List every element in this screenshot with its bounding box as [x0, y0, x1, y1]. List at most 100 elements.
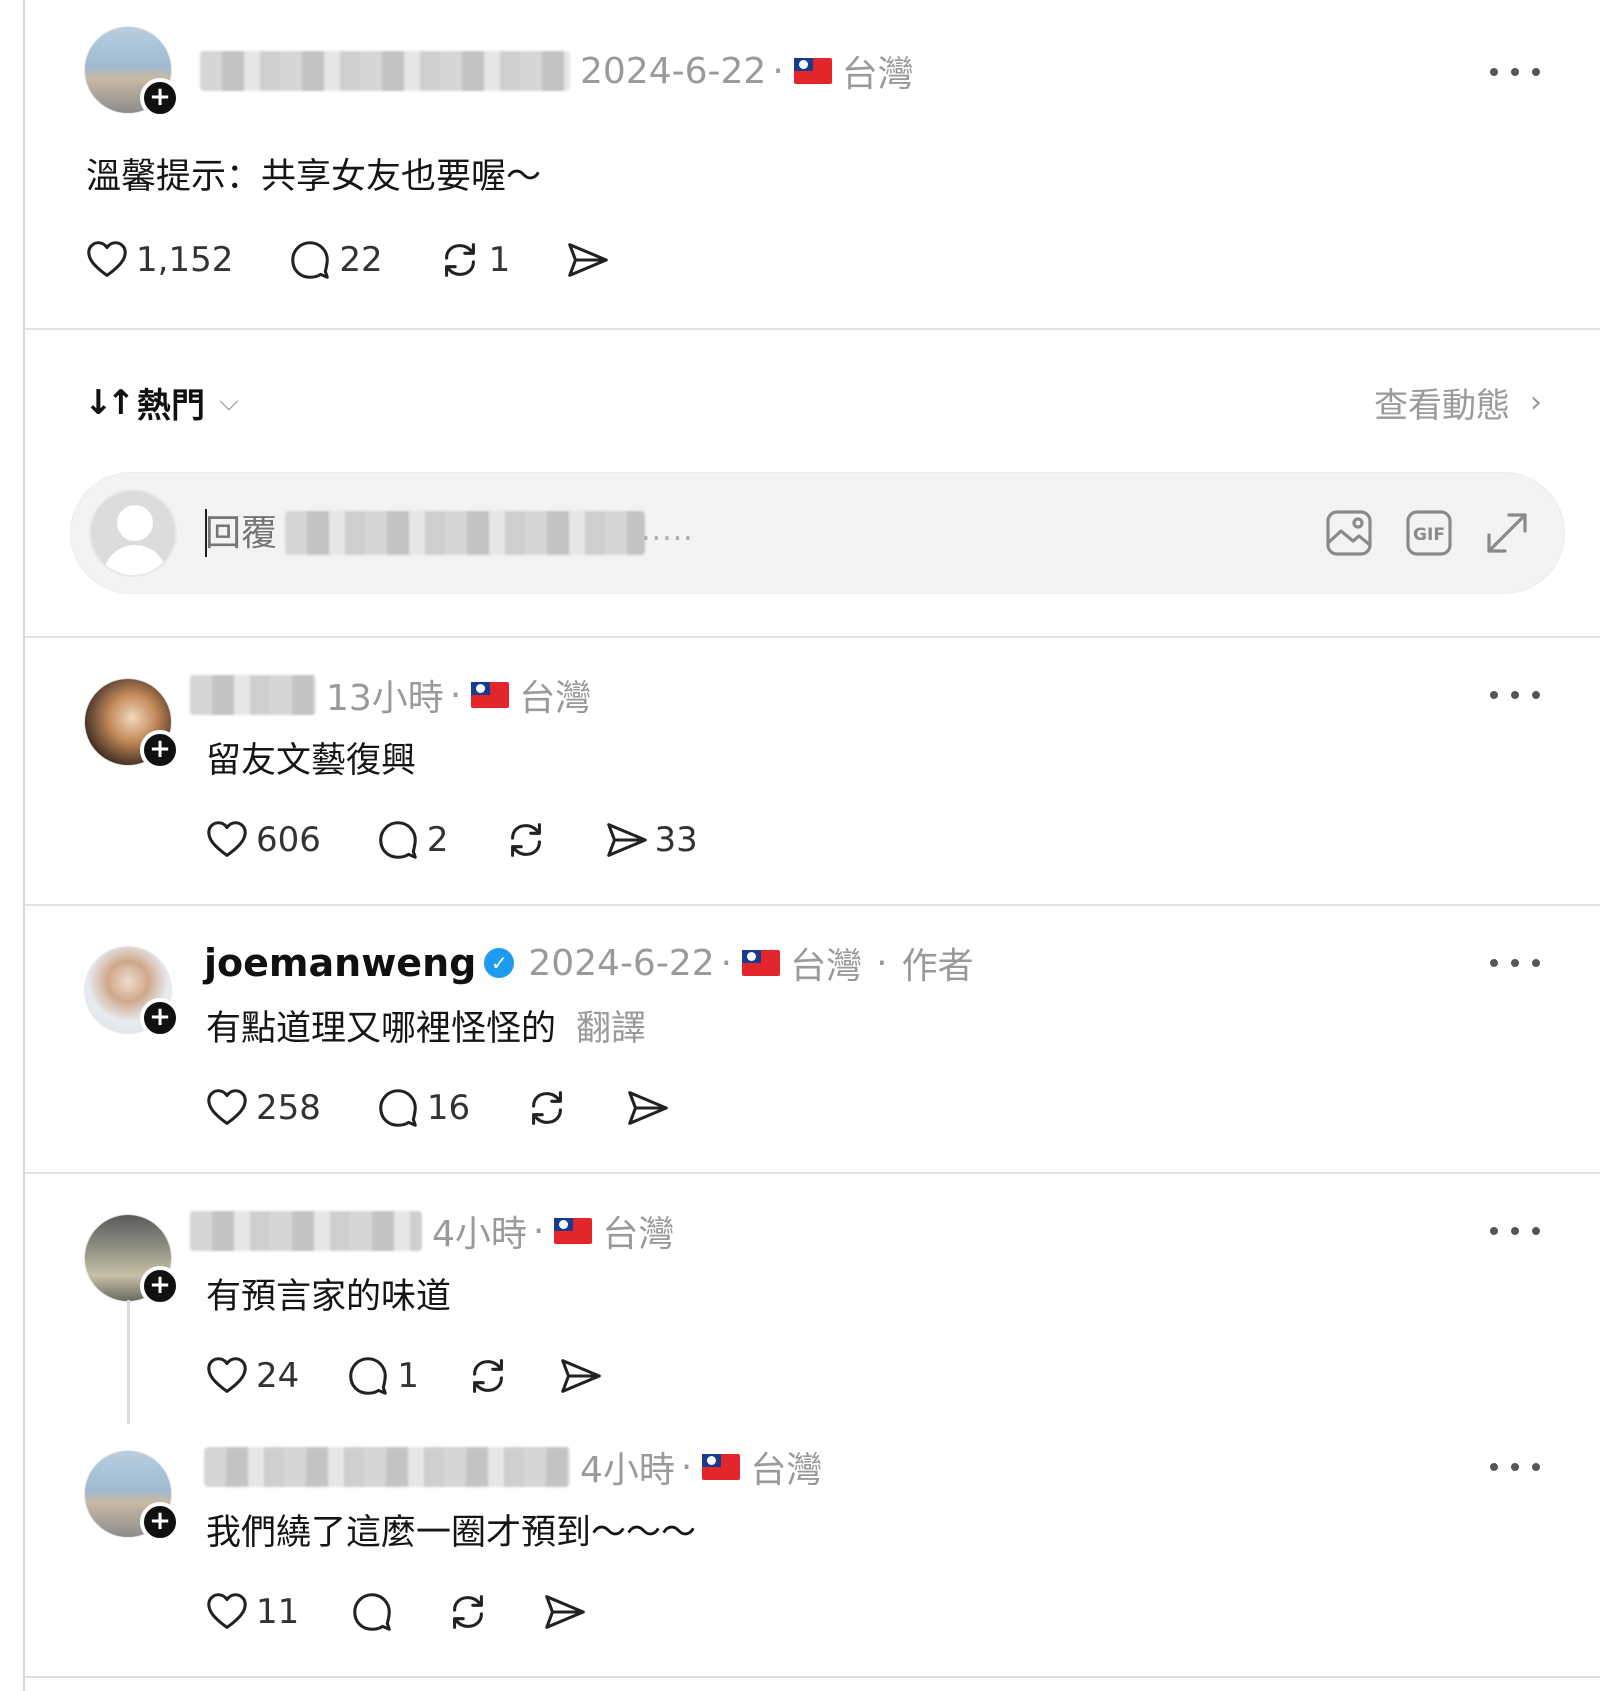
like-count: 258 [256, 1088, 321, 1128]
comment-more-icon[interactable] [1490, 1221, 1540, 1241]
post-more-icon[interactable] [1490, 62, 1540, 82]
comment-count: 2 [426, 820, 449, 860]
heart-icon [207, 1593, 247, 1629]
comment-header: 13小時 · 台灣 [190, 670, 591, 720]
comment-header: 4小時 · 台灣 [204, 1442, 822, 1492]
share-button[interactable] [564, 237, 610, 283]
like-count: 606 [256, 820, 321, 860]
follow-plus-icon[interactable]: + [140, 1266, 180, 1306]
like-button[interactable]: 11 [204, 1589, 299, 1635]
repost-button[interactable] [445, 1589, 491, 1635]
comment-icon [291, 241, 330, 279]
divider [25, 328, 1600, 330]
comment-header: joemanweng ✓ 2024-6-22 · 台灣 · 作者 [204, 938, 974, 988]
comment-icon [379, 1089, 417, 1127]
like-button[interactable]: 1,152 [84, 237, 233, 283]
heart-icon [87, 241, 127, 277]
author-name-blurred[interactable] [200, 51, 570, 91]
sort-label: 熱門 [136, 386, 205, 426]
follow-plus-icon[interactable]: + [140, 1502, 180, 1542]
comment-button[interactable] [349, 1589, 395, 1635]
share-icon [628, 1091, 668, 1125]
comment-location: 台灣 [602, 1214, 675, 1255]
flag-icon [471, 682, 510, 708]
translate-link[interactable]: 翻譯 [576, 1009, 646, 1049]
share-icon [568, 243, 608, 277]
comment-more-icon[interactable] [1490, 953, 1540, 973]
comment-more-icon[interactable] [1490, 1457, 1540, 1477]
commenter-avatar[interactable]: + [84, 1214, 180, 1306]
flag-icon [793, 58, 832, 84]
post-author-avatar[interactable]: + [84, 26, 180, 118]
commenter-name-blurred[interactable] [190, 675, 316, 715]
like-count: 1,152 [136, 240, 234, 280]
reply-ellipsis: ..... [641, 513, 694, 548]
share-button[interactable] [557, 1353, 603, 1399]
post-text: 溫馨提示：共享女友也要喔～ [86, 157, 542, 197]
follow-plus-icon[interactable]: + [140, 998, 180, 1038]
repost-icon [444, 243, 475, 277]
share-icon [606, 823, 647, 857]
chevron-right-icon: › [1530, 385, 1542, 420]
share-count: 33 [654, 820, 698, 860]
comment-count: 22 [339, 240, 383, 280]
commenter-name-blurred[interactable] [204, 1447, 570, 1487]
divider [25, 904, 1600, 906]
commenter-username[interactable]: joemanweng [204, 941, 476, 985]
repost-button[interactable]: 1 [437, 237, 511, 283]
share-button[interactable] [541, 1589, 587, 1635]
commenter-name-blurred[interactable] [190, 1211, 422, 1251]
comment-body: 有點道理又哪裡怪怪的 翻譯 [206, 1000, 646, 1051]
gif-icon: GIF [1406, 510, 1452, 556]
comment-location: 台灣 [519, 678, 592, 719]
repost-icon [532, 1091, 563, 1125]
repost-button[interactable] [524, 1085, 570, 1131]
comment-icon [349, 1357, 388, 1395]
divider [25, 1172, 1600, 1174]
like-button[interactable]: 606 [204, 817, 321, 863]
comment-text: 有預言家的味道 [206, 1277, 452, 1317]
share-button[interactable] [624, 1085, 670, 1131]
share-icon [545, 1595, 585, 1629]
comment-count: 1 [397, 1356, 419, 1396]
flag-icon [554, 1218, 593, 1244]
follow-plus-icon[interactable]: + [140, 730, 180, 770]
like-button[interactable]: 24 [204, 1353, 299, 1399]
comment-icon [379, 821, 417, 859]
commenter-avatar[interactable]: + [84, 1450, 180, 1542]
flag-icon [702, 1454, 741, 1480]
comment-button[interactable]: 22 [287, 237, 383, 283]
comment-actions: 606 2 33 [204, 812, 752, 868]
comment-time: 13小時 [326, 678, 444, 719]
comment-more-icon[interactable] [1490, 685, 1540, 705]
repost-button[interactable] [503, 817, 549, 863]
view-activity-link[interactable]: 查看動態 › [1374, 378, 1542, 427]
follow-plus-icon[interactable]: + [140, 78, 180, 118]
author-tag: 作者 [901, 946, 974, 987]
thread-connector [127, 1300, 130, 1424]
repost-button[interactable] [465, 1353, 511, 1399]
comment-text: 留友文藝復興 [206, 741, 417, 781]
comment-button[interactable]: 1 [345, 1353, 419, 1399]
verified-icon: ✓ [484, 948, 515, 978]
post-header: 2024-6-22 · 台灣 [200, 46, 914, 96]
chevron-down-icon: ⌵ [218, 387, 239, 417]
repost-icon [472, 1359, 503, 1393]
share-button[interactable]: 33 [603, 817, 698, 863]
sort-dropdown[interactable]: ↓↑ 熱門 ⌵ [84, 378, 239, 427]
comment-button[interactable]: 2 [375, 817, 449, 863]
commenter-avatar[interactable]: + [84, 946, 180, 1038]
like-count: 11 [256, 1592, 300, 1632]
commenter-avatar[interactable]: + [84, 678, 180, 770]
attach-gif-button[interactable]: GIF [1403, 507, 1455, 559]
comment-button[interactable]: 16 [375, 1085, 470, 1131]
expand-composer-button[interactable] [1481, 507, 1533, 559]
reply-target-blurred [285, 511, 645, 555]
reply-composer[interactable]: ..... GIF [70, 472, 1565, 594]
activity-label: 查看動態 [1374, 386, 1510, 426]
comment-actions: 11 [204, 1584, 641, 1640]
repost-count: 1 [488, 240, 511, 280]
like-button[interactable]: 258 [204, 1085, 321, 1131]
attach-image-button[interactable] [1323, 507, 1375, 559]
comment-text: 我們繞了這麼一圈才預到～～～ [206, 1513, 697, 1553]
